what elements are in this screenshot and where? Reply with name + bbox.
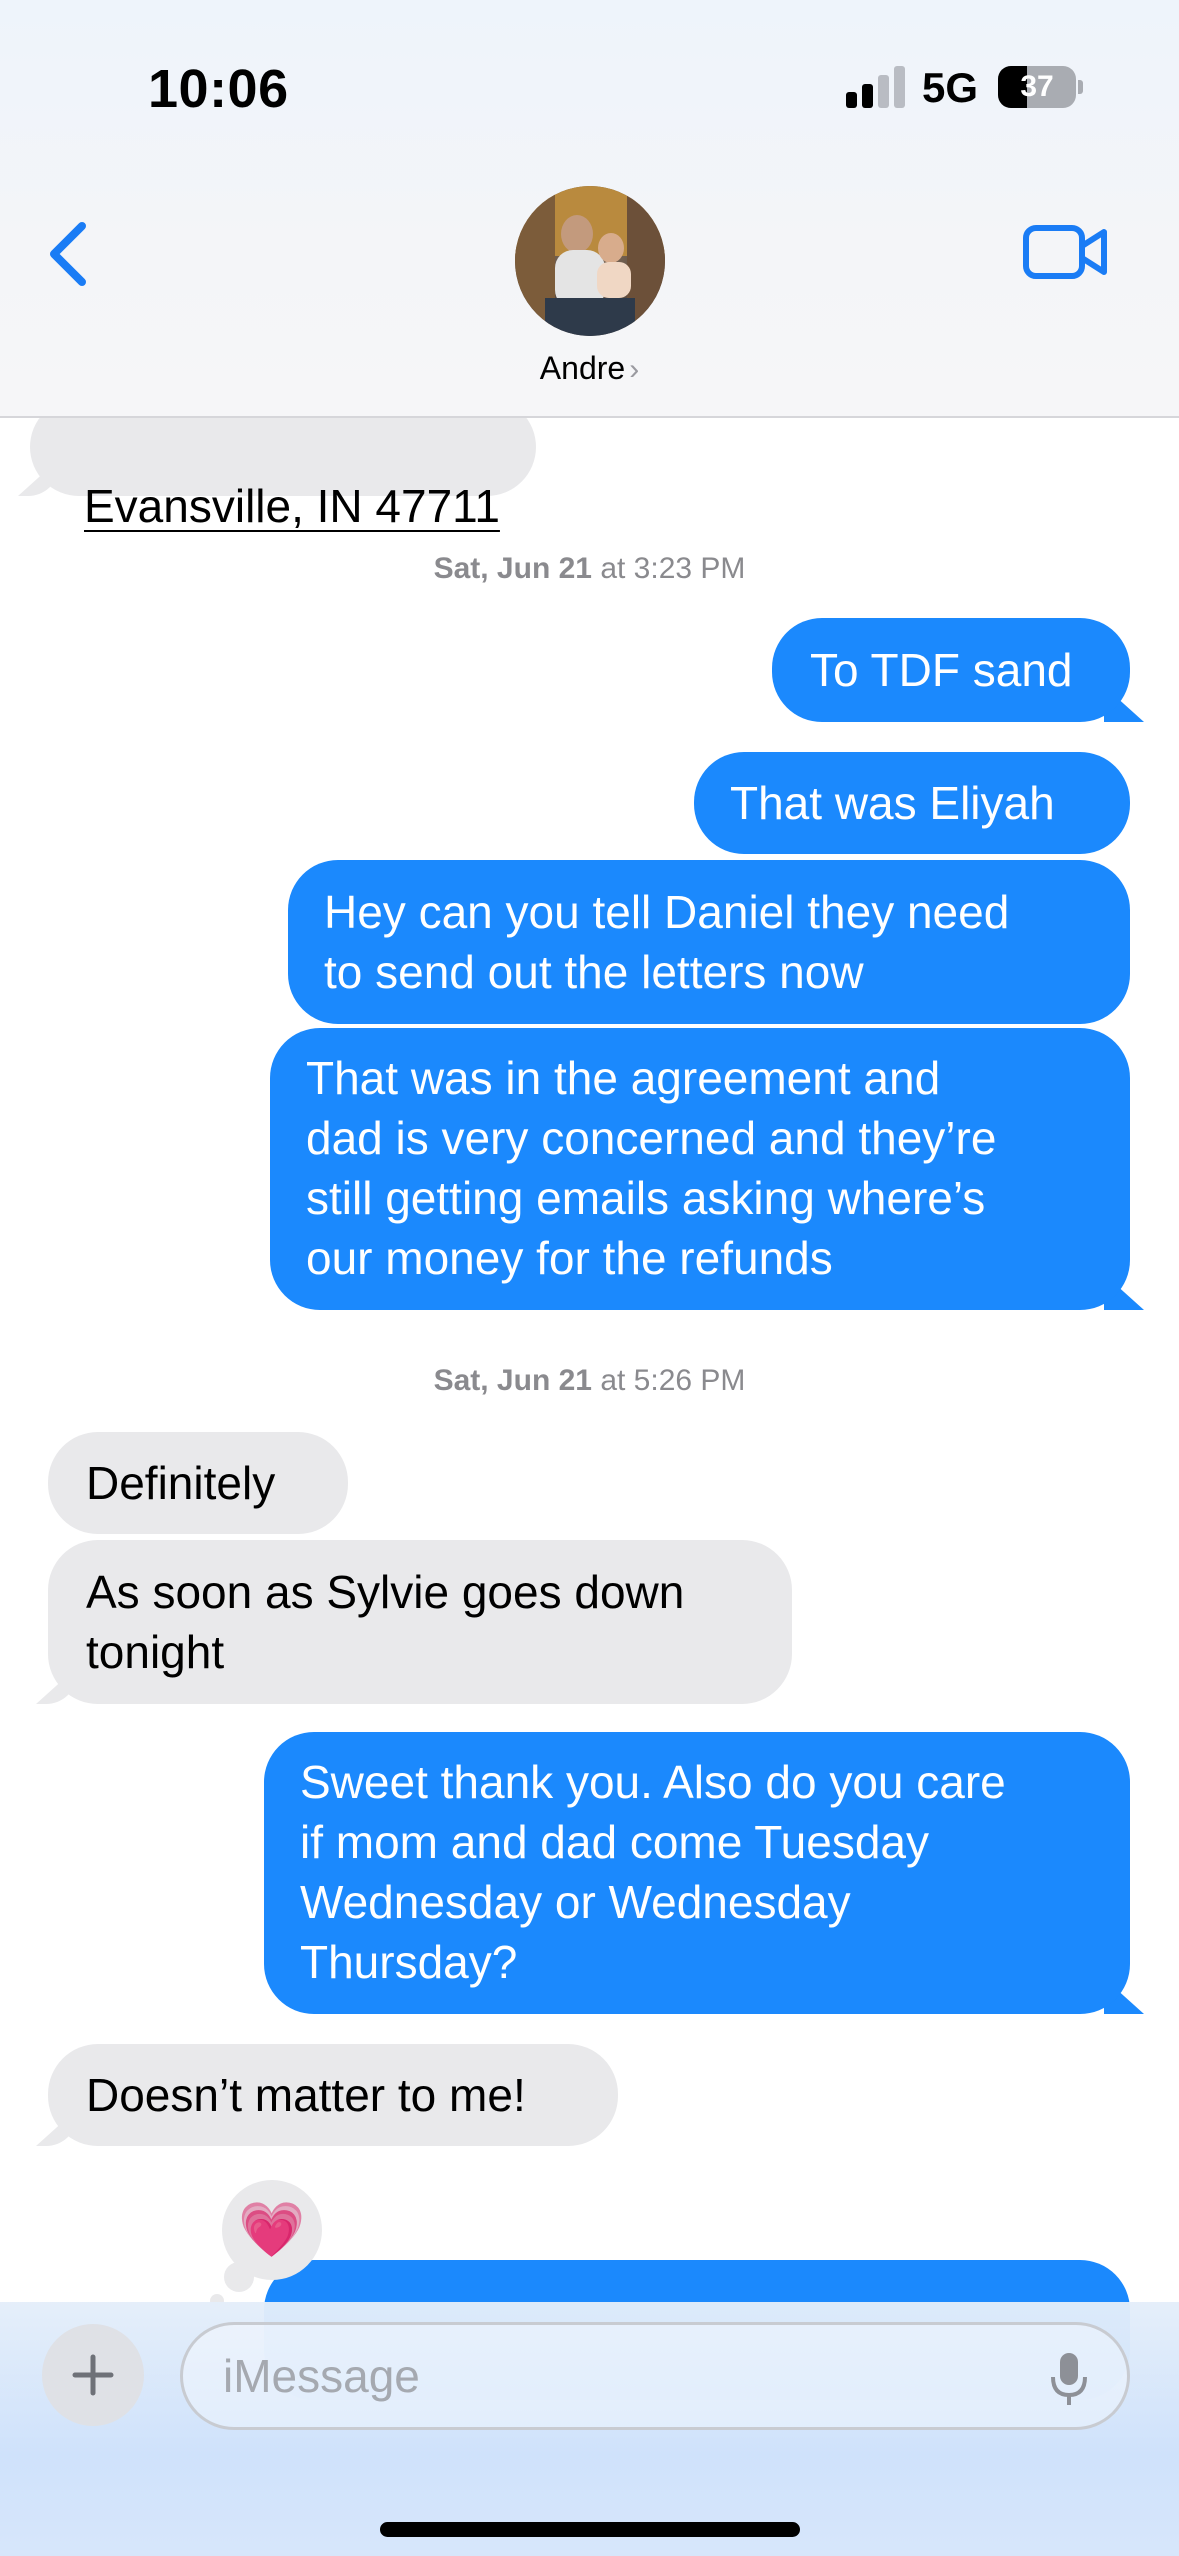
composer-bar: iMessage bbox=[0, 2302, 1179, 2556]
message-incoming[interactable]: Doesn’t matter to me! bbox=[48, 2044, 618, 2146]
message-outgoing[interactable]: To TDF sand bbox=[772, 618, 1130, 722]
message-outgoing[interactable]: Sweet thank you. Also do you care if mom… bbox=[264, 1732, 1130, 2014]
contact-name: Andre bbox=[539, 350, 626, 386]
microphone-icon bbox=[1051, 2353, 1087, 2405]
timestamp: Sat, Jun 21 at 5:26 PM bbox=[0, 1364, 1179, 1398]
battery-tip bbox=[1078, 80, 1083, 94]
chevron-left-icon bbox=[50, 222, 86, 286]
status-time: 10:06 bbox=[148, 59, 289, 119]
message-incoming[interactable]: As soon as Sylvie goes down tonight bbox=[48, 1540, 792, 1704]
dictation-button[interactable] bbox=[1049, 2351, 1089, 2407]
message-input[interactable]: iMessage bbox=[180, 2322, 1130, 2430]
message-input-placeholder: iMessage bbox=[223, 2350, 420, 2402]
timestamp-time: at 5:26 PM bbox=[600, 1364, 746, 1397]
battery-icon: 37 bbox=[998, 66, 1076, 108]
message-outgoing[interactable]: That was Eliyah bbox=[694, 752, 1130, 854]
battery-percent: 37 bbox=[1020, 70, 1054, 103]
timestamp-date: Sat, Jun 21 bbox=[433, 1364, 592, 1397]
avatar-photo bbox=[515, 186, 665, 336]
address-link[interactable]: Evansville, IN 47711 bbox=[84, 480, 500, 532]
heart-icon: 💗 bbox=[238, 2200, 306, 2260]
video-camera-icon bbox=[1023, 225, 1107, 279]
apps-plus-button[interactable] bbox=[42, 2324, 144, 2426]
timestamp: Sat, Jun 21 at 3:23 PM bbox=[0, 552, 1179, 586]
message-incoming[interactable]: Definitely bbox=[48, 1432, 348, 1534]
timestamp-date: Sat, Jun 21 bbox=[433, 552, 592, 585]
contact-name-button[interactable]: Andre › bbox=[0, 350, 1179, 387]
message-outgoing[interactable]: That was in the agreement and dad is ver… bbox=[270, 1028, 1130, 1310]
network-type: 5G bbox=[922, 64, 979, 111]
cellular-signal-icon bbox=[846, 64, 906, 108]
home-indicator[interactable] bbox=[380, 2522, 800, 2537]
chevron-right-icon: › bbox=[629, 353, 640, 386]
back-button[interactable] bbox=[40, 214, 100, 294]
contact-avatar[interactable] bbox=[515, 186, 665, 336]
message-outgoing[interactable]: Hey can you tell Daniel they need to sen… bbox=[288, 860, 1130, 1024]
plus-icon bbox=[72, 2354, 114, 2396]
timestamp-time: at 3:23 PM bbox=[600, 552, 746, 585]
facetime-video-button[interactable] bbox=[1022, 222, 1108, 282]
reaction-tail bbox=[224, 2262, 254, 2292]
conversation-header: 10:06 5G 37 Andre › bbox=[0, 0, 1179, 418]
